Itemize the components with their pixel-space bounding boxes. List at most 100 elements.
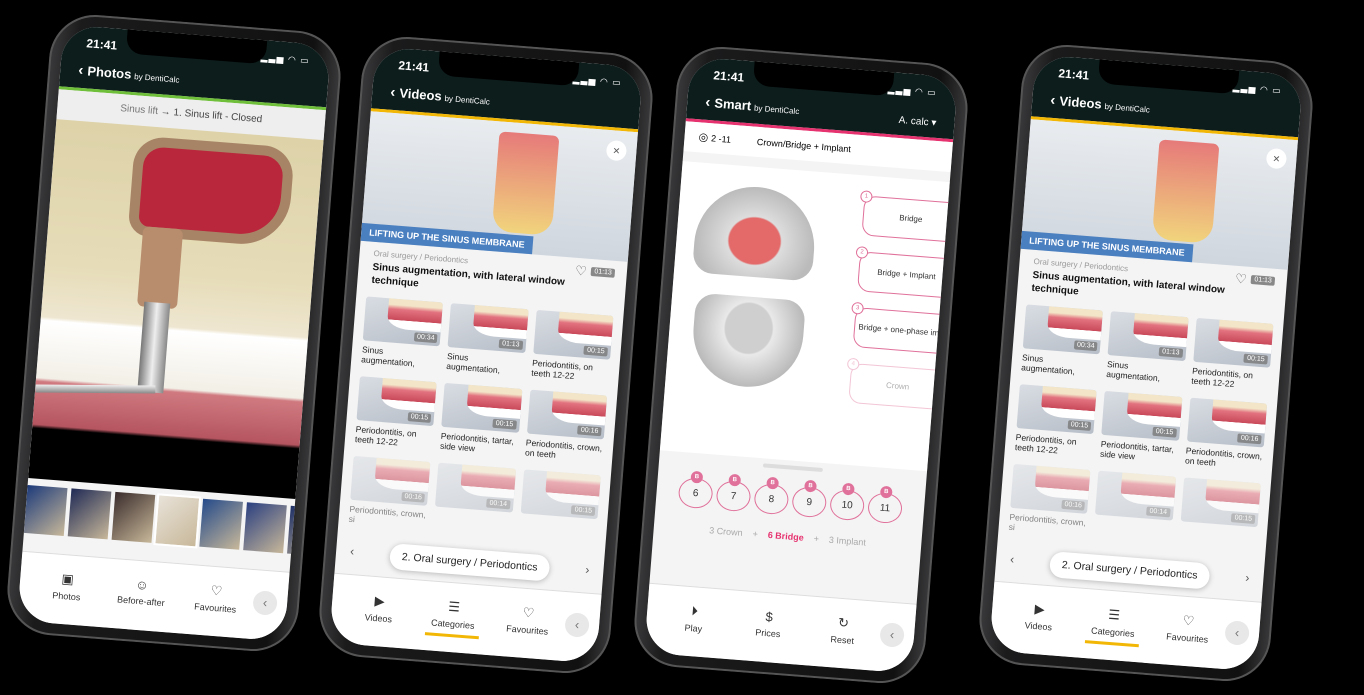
prev-category-arrow[interactable]: ‹ bbox=[350, 544, 355, 558]
photo-thumbnail[interactable] bbox=[67, 488, 112, 540]
nav-videos[interactable]: ▶ Videos bbox=[341, 591, 418, 627]
video-item[interactable]: 00:15 bbox=[518, 469, 601, 547]
brand-text: by DentiCalc bbox=[133, 72, 180, 85]
video-thumbnail[interactable]: 00:15 bbox=[1101, 390, 1183, 441]
nav-back[interactable]: ‹ bbox=[879, 618, 906, 648]
heart-icon[interactable]: ♡ bbox=[1235, 271, 1248, 288]
lower-jaw[interactable] bbox=[689, 292, 807, 391]
video-thumbnail[interactable]: 00:34 bbox=[362, 296, 444, 347]
tooth-10[interactable]: B 10 bbox=[829, 482, 866, 522]
close-button[interactable]: × bbox=[1265, 147, 1288, 170]
nav-before-after[interactable]: ☺ Before-after bbox=[103, 574, 180, 609]
bone-graft bbox=[137, 226, 184, 310]
video-thumbnail[interactable]: 00:16 bbox=[526, 389, 608, 440]
video-thumbnail[interactable]: 00:16 bbox=[1010, 463, 1091, 514]
video-item[interactable]: 00:34 Sinus augmentation, bbox=[1021, 304, 1104, 382]
video-item[interactable]: 00:14 bbox=[1093, 470, 1176, 549]
nav-videos[interactable]: ▶ Videos bbox=[1001, 599, 1078, 635]
notch bbox=[125, 29, 268, 65]
heart-icon[interactable]: ♡ bbox=[575, 263, 588, 280]
video-item[interactable]: 00:16 Periodontitis, crown, on teeth bbox=[1184, 397, 1268, 476]
upper-jaw[interactable] bbox=[691, 182, 819, 282]
photo-thumbnail[interactable] bbox=[23, 484, 68, 536]
nav-reset[interactable]: ↻ Reset bbox=[805, 612, 882, 648]
video-thumbnail[interactable]: 00:15 bbox=[520, 469, 601, 520]
nav-categories[interactable]: ☰ Categories bbox=[1075, 604, 1152, 640]
video-item[interactable]: 01:13 Sinus augmentation, bbox=[1106, 311, 1189, 389]
tooth-11[interactable]: B 11 bbox=[866, 485, 904, 525]
tooth-7[interactable]: B7 bbox=[715, 473, 752, 513]
nav-prices[interactable]: $ Prices bbox=[730, 606, 807, 641]
nav-categories[interactable]: ☰ Categories bbox=[415, 596, 492, 632]
video-hero[interactable]: × LIFTING UP THE SINUS MEMBRANE bbox=[1020, 119, 1298, 270]
nav-favourites[interactable]: ♡ Favourites bbox=[490, 602, 567, 638]
breadcrumb-parent[interactable]: Sinus lift bbox=[120, 103, 161, 117]
video-thumbnail[interactable]: 00:16 bbox=[1186, 397, 1268, 448]
video-item[interactable]: 00:15 Periodontitis, on teeth 12-22 bbox=[531, 309, 614, 388]
video-thumbnail[interactable]: 00:16 bbox=[350, 455, 431, 506]
video-item[interactable]: 00:15 Periodontitis, on teeth 12-22 bbox=[1014, 384, 1098, 462]
video-item[interactable]: 00:16 Periodontitis, crown, si bbox=[1008, 463, 1091, 542]
nav-favourites[interactable]: ♡ Favourites bbox=[1150, 610, 1227, 646]
photo-thumbnail[interactable] bbox=[153, 493, 202, 549]
video-thumbnail[interactable]: 00:15 bbox=[1016, 384, 1098, 435]
video-hero[interactable]: × LIFTING UP THE SINUS MEMBRANE bbox=[360, 111, 638, 262]
video-thumbnail[interactable]: 00:15 bbox=[1192, 317, 1274, 368]
back-icon[interactable]: ‹ bbox=[564, 612, 591, 638]
video-item[interactable]: 00:15 Periodontitis, on teeth 12-22 bbox=[1191, 317, 1274, 396]
tooth-9[interactable]: B9 bbox=[791, 479, 828, 519]
tooth-badge: B bbox=[879, 485, 893, 499]
photo-thumbnail[interactable] bbox=[199, 498, 243, 550]
video-thumbnail[interactable]: 00:15 bbox=[1180, 477, 1261, 528]
photo-thumbnail[interactable] bbox=[243, 502, 287, 554]
video-thumbnail[interactable]: 01:13 bbox=[1107, 311, 1189, 362]
phone: 21:41 ▂▃▅ ◠ ▭ ‹ Videos by DentiCalc × LIFTING… bbox=[976, 41, 1316, 685]
next-category-arrow[interactable]: › bbox=[585, 562, 590, 576]
video-thumbnail[interactable]: 00:14 bbox=[1095, 470, 1176, 521]
video-caption: Periodontitis, crown, on teeth bbox=[524, 437, 603, 460]
video-item[interactable]: 00:34 Sinus augmentation, bbox=[361, 296, 444, 374]
nav-back[interactable]: ‹ bbox=[564, 608, 591, 638]
treatment-option[interactable]: 2 Bridge + Implant bbox=[855, 245, 956, 299]
category-pill[interactable]: 2. Oral surgery / Periodontics bbox=[388, 543, 551, 582]
video-caption bbox=[518, 517, 597, 547]
video-item[interactable]: 01:13 Sinus augmentation, bbox=[446, 303, 529, 381]
nav-play[interactable]: ⏵ Play bbox=[656, 601, 733, 637]
nav-back[interactable]: ‹ bbox=[1224, 616, 1251, 646]
video-thumbnail[interactable]: 00:34 bbox=[1022, 304, 1104, 355]
category-pill[interactable]: 2. Oral surgery / Periodontics bbox=[1048, 551, 1211, 590]
heart-icon: ♡ bbox=[210, 582, 223, 599]
nav-favourites[interactable]: ♡ Favourites bbox=[178, 580, 255, 616]
video-thumbnail[interactable]: 01:13 bbox=[447, 303, 529, 354]
back-icon[interactable]: ‹ bbox=[252, 590, 279, 616]
video-item[interactable]: 00:15 Periodontitis, tartar, side view bbox=[439, 382, 523, 461]
video-thumbnail[interactable]: 00:15 bbox=[356, 376, 438, 427]
video-caption: Periodontitis, tartar, side view bbox=[1099, 438, 1175, 462]
photo-thumbnail[interactable] bbox=[111, 491, 156, 543]
prev-category-arrow[interactable]: ‹ bbox=[1010, 552, 1015, 566]
tooth-6[interactable]: B6 bbox=[677, 470, 714, 510]
video-thumbnail[interactable]: 00:15 bbox=[532, 309, 614, 360]
video-item[interactable]: 00:16 Periodontitis, crown, on teeth bbox=[524, 389, 608, 468]
video-item[interactable]: 00:14 bbox=[433, 462, 516, 541]
drag-handle[interactable] bbox=[762, 463, 823, 473]
back-icon[interactable]: ‹ bbox=[1224, 620, 1251, 646]
treatment-option[interactable]: 3 Bridge + one-phase imp. bbox=[851, 301, 952, 355]
video-item[interactable]: 00:15 Periodontitis, on teeth 12-22 bbox=[354, 376, 438, 454]
video-item[interactable]: 00:15 bbox=[1178, 477, 1261, 555]
treatment-option[interactable]: 1 Bridge bbox=[859, 190, 959, 243]
nav-photos[interactable]: ▣ Photos bbox=[29, 569, 106, 605]
breadcrumb-current: 1. Sinus lift - Closed bbox=[173, 107, 263, 126]
tooth-8[interactable]: B8 bbox=[753, 476, 790, 516]
nav-back[interactable]: ‹ bbox=[252, 586, 279, 616]
back-icon[interactable]: ‹ bbox=[879, 622, 906, 648]
video-thumbnail[interactable]: 00:14 bbox=[435, 462, 516, 513]
notch bbox=[1097, 59, 1240, 95]
close-button[interactable]: × bbox=[605, 139, 628, 162]
treatment-option[interactable]: 4 Crown bbox=[846, 357, 948, 411]
next-category-arrow[interactable]: › bbox=[1245, 570, 1250, 584]
video-item[interactable]: 00:15 Periodontitis, tartar, side view bbox=[1099, 390, 1183, 469]
video-thumbnail[interactable]: 00:15 bbox=[441, 382, 523, 433]
option-label: Crown bbox=[885, 380, 910, 392]
video-item[interactable]: 00:16 Periodontitis, crown, si bbox=[348, 455, 431, 534]
